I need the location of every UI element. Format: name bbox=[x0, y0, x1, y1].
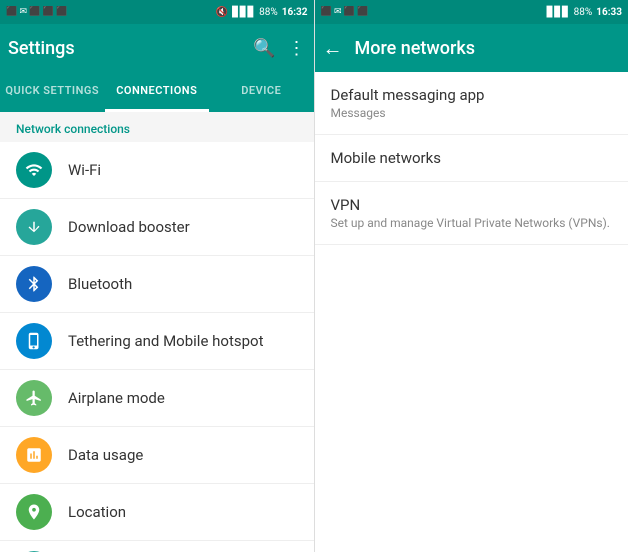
vpn-item[interactable]: VPN Set up and manage Virtual Private Ne… bbox=[315, 182, 628, 245]
download-booster-icon bbox=[16, 209, 52, 245]
right-notification-icons: ⬛ ✉ ⬛ ⬛ bbox=[321, 7, 369, 17]
more-networks-toolbar: ← More networks bbox=[315, 24, 628, 72]
more-networks-list: Default messaging app Messages Mobile ne… bbox=[315, 72, 628, 552]
left-panel: ⬛ ✉ ⬛ ⬛ ⬛ 🔇 ▊▊▊ 88% 16:32 Settings 🔍 ⋮ Q… bbox=[0, 0, 315, 552]
settings-list: Wi-Fi Download booster Bluetooth Tetheri… bbox=[0, 142, 314, 552]
left-toolbar: Settings 🔍 ⋮ bbox=[0, 24, 314, 72]
mobile-networks-item[interactable]: Mobile networks bbox=[315, 135, 628, 182]
location-label: Location bbox=[68, 503, 126, 521]
settings-title: Settings bbox=[8, 38, 253, 59]
wifi-label: Wi-Fi bbox=[68, 161, 101, 179]
left-status-icons: ⬛ ✉ ⬛ ⬛ ⬛ bbox=[6, 7, 67, 17]
network-connections-header: Network connections bbox=[0, 112, 314, 142]
default-messaging-subtitle: Messages bbox=[331, 106, 613, 120]
more-options-icon[interactable]: ⋮ bbox=[288, 38, 306, 59]
left-status-bar: ⬛ ✉ ⬛ ⬛ ⬛ 🔇 ▊▊▊ 88% 16:32 bbox=[0, 0, 314, 24]
right-signal: ▊▊▊ bbox=[547, 7, 570, 18]
bluetooth-icon bbox=[16, 266, 52, 302]
airplane-icon bbox=[16, 380, 52, 416]
tethering-icon bbox=[16, 323, 52, 359]
toolbar-actions: 🔍 ⋮ bbox=[253, 38, 305, 59]
download-booster-label: Download booster bbox=[68, 218, 190, 236]
mobile-networks-title: Mobile networks bbox=[331, 149, 613, 167]
location-item[interactable]: Location bbox=[0, 484, 314, 541]
right-time: 16:33 bbox=[596, 7, 622, 18]
bluetooth-item[interactable]: Bluetooth bbox=[0, 256, 314, 313]
vpn-subtitle: Set up and manage Virtual Private Networ… bbox=[331, 216, 613, 230]
vpn-title: VPN bbox=[331, 196, 613, 214]
more-networks-item[interactable]: More networks bbox=[0, 541, 314, 552]
data-usage-label: Data usage bbox=[68, 446, 143, 464]
tab-bar: QUICK SETTINGS CONNECTIONS DEVICE bbox=[0, 72, 314, 112]
tab-device[interactable]: DEVICE bbox=[209, 72, 314, 112]
bluetooth-label: Bluetooth bbox=[68, 275, 132, 293]
right-status-right: ▊▊▊ 88% 16:33 bbox=[547, 7, 622, 18]
location-icon bbox=[16, 494, 52, 530]
tethering-label: Tethering and Mobile hotspot bbox=[68, 332, 263, 350]
right-panel: ⬛ ✉ ⬛ ⬛ ▊▊▊ 88% 16:33 ← More networks De… bbox=[315, 0, 628, 552]
right-status-icons: ⬛ ✉ ⬛ ⬛ bbox=[321, 7, 369, 17]
search-icon[interactable]: 🔍 bbox=[253, 38, 275, 59]
tab-connections[interactable]: CONNECTIONS bbox=[105, 72, 210, 112]
signal-strength: ▊▊▊ bbox=[232, 7, 255, 18]
tethering-item[interactable]: Tethering and Mobile hotspot bbox=[0, 313, 314, 370]
default-messaging-item[interactable]: Default messaging app Messages bbox=[315, 72, 628, 135]
data-usage-icon bbox=[16, 437, 52, 473]
right-status-bar: ⬛ ✉ ⬛ ⬛ ▊▊▊ 88% 16:33 bbox=[315, 0, 628, 24]
right-battery: 88% bbox=[574, 7, 593, 18]
data-usage-item[interactable]: Data usage bbox=[0, 427, 314, 484]
time-display: 16:32 bbox=[282, 7, 308, 18]
tab-quick-settings[interactable]: QUICK SETTINGS bbox=[0, 72, 105, 112]
mute-icon: 🔇 bbox=[216, 7, 228, 18]
airplane-label: Airplane mode bbox=[68, 389, 165, 407]
download-booster-item[interactable]: Download booster bbox=[0, 199, 314, 256]
default-messaging-title: Default messaging app bbox=[331, 86, 613, 104]
airplane-item[interactable]: Airplane mode bbox=[0, 370, 314, 427]
left-status-right: 🔇 ▊▊▊ 88% 16:32 bbox=[216, 7, 308, 18]
wifi-item[interactable]: Wi-Fi bbox=[0, 142, 314, 199]
back-button[interactable]: ← bbox=[323, 36, 343, 61]
battery-level: 88% bbox=[259, 7, 278, 18]
notification-icons: ⬛ ✉ ⬛ ⬛ ⬛ bbox=[6, 7, 67, 17]
more-networks-title: More networks bbox=[355, 38, 476, 59]
wifi-icon bbox=[16, 152, 52, 188]
